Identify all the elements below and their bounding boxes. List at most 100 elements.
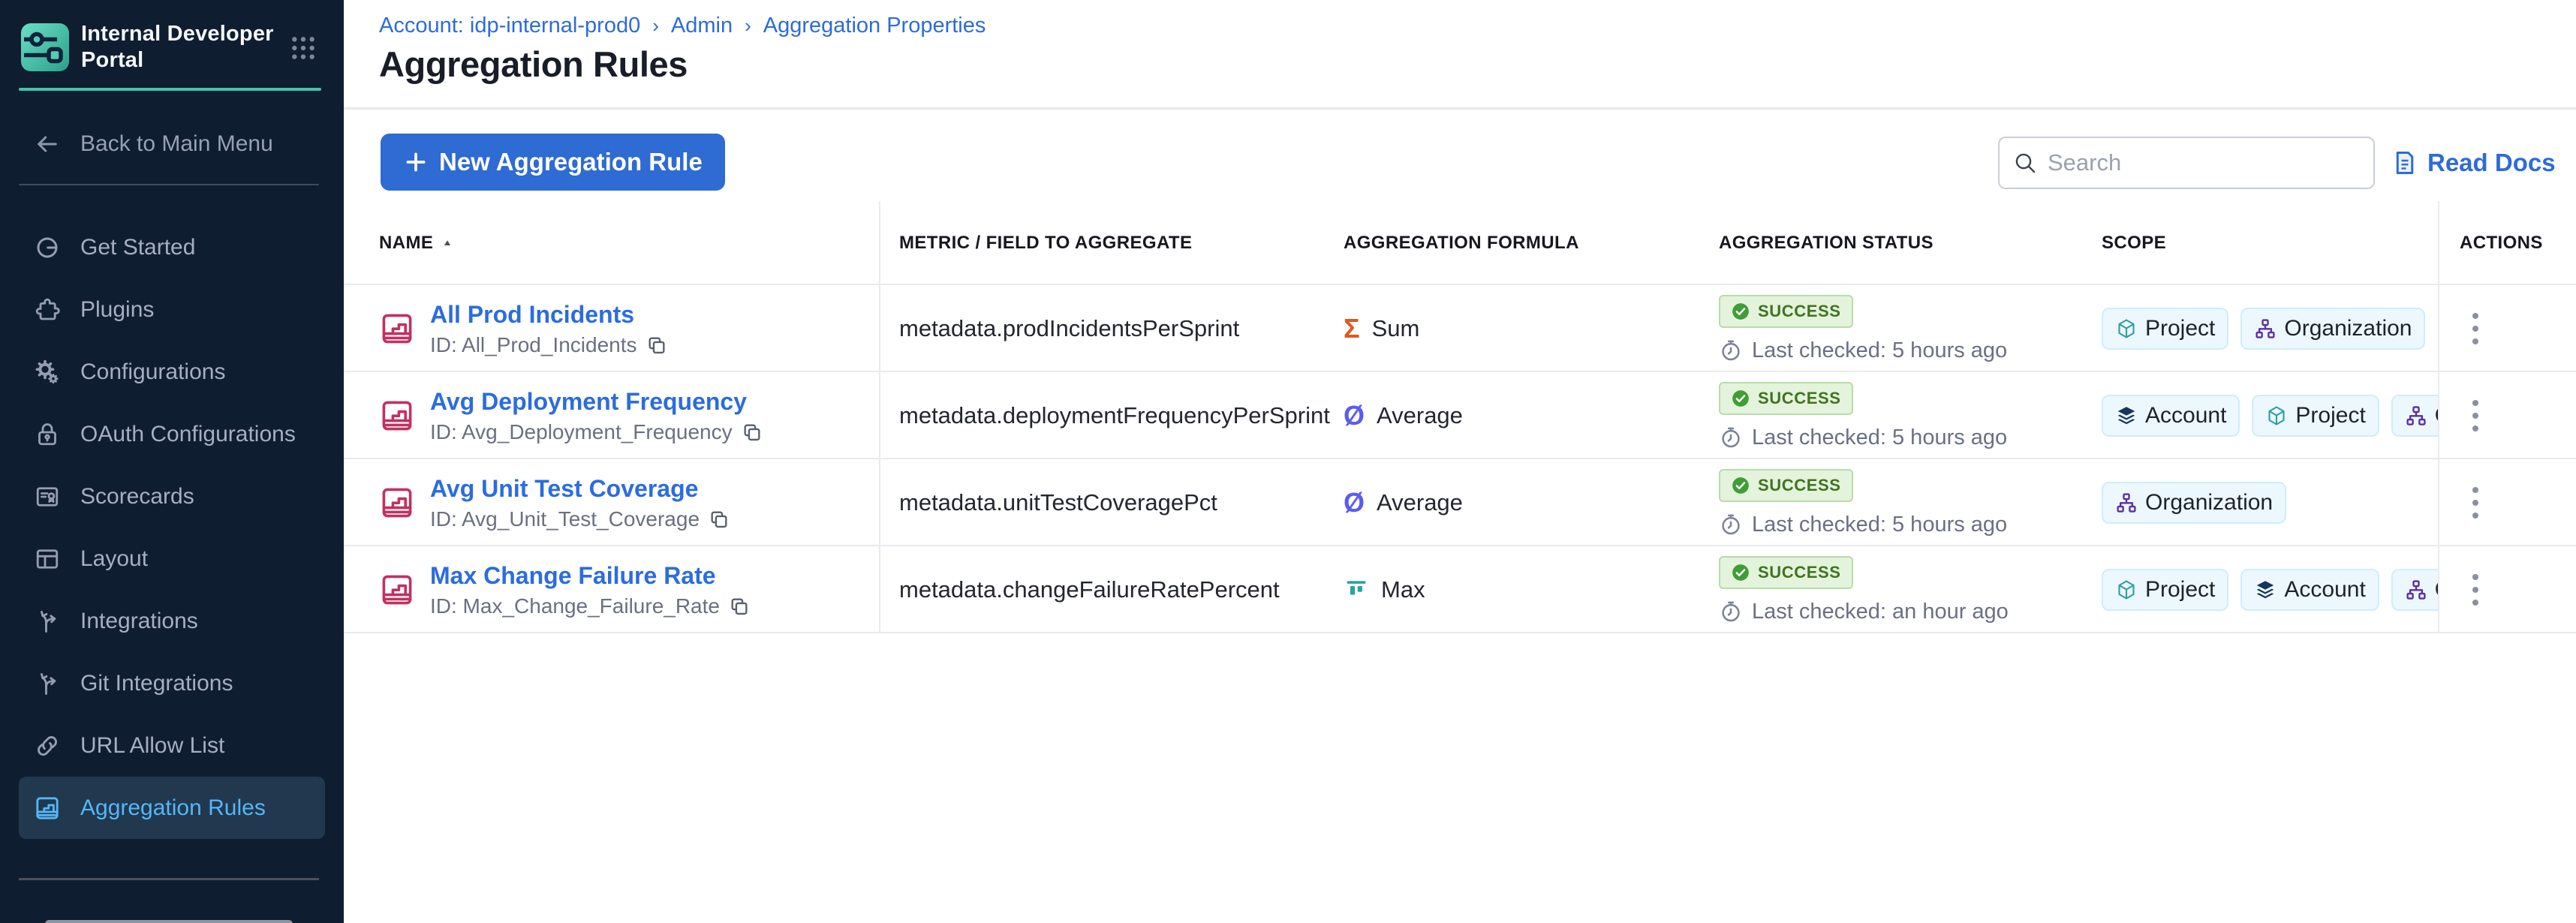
kebab-menu-icon xyxy=(2465,392,2486,439)
copy-icon[interactable] xyxy=(729,596,750,617)
scope-badge-organization: Organization xyxy=(2391,569,2438,611)
column-header-name[interactable]: NAME xyxy=(379,201,454,285)
clock-icon xyxy=(1719,600,1743,624)
project-cube-icon xyxy=(2115,579,2138,601)
main-content: Account: idp-internal-prod0 › Admin › Ag… xyxy=(344,0,2576,923)
rule-name-link[interactable]: Max Change Failure Rate xyxy=(430,562,750,590)
table-row: All Prod Incidents ID: All_Prod_Incident… xyxy=(344,285,2576,372)
sidebar-nav: Get Started Plugins xyxy=(0,216,344,839)
sidebar-item-aggregation-rules[interactable]: Aggregation Rules xyxy=(19,777,325,839)
sidebar-item-git-integrations[interactable]: Git Integrations xyxy=(0,652,344,714)
sidebar-item-label: Scorecards xyxy=(80,484,194,510)
status-cell: SUCCESS Last checked: 5 hours ago xyxy=(1719,459,2079,546)
kebab-menu-icon xyxy=(2465,305,2486,352)
brand[interactable]: Internal Developer Portal xyxy=(21,21,323,74)
metric-cell: metadata.prodIncidentsPerSprint xyxy=(899,285,1320,372)
column-header-formula[interactable]: AGGREGATION FORMULA xyxy=(1344,201,1579,285)
plugins-icon xyxy=(34,296,61,323)
rule-name-link[interactable]: All Prod Incidents xyxy=(430,301,667,329)
last-checked-text: Last checked: 5 hours ago xyxy=(1752,425,2007,450)
back-arrow-icon xyxy=(34,131,61,158)
configurations-icon xyxy=(34,359,61,386)
rule-id: ID: Avg_Deployment_Frequency xyxy=(430,420,733,444)
sidebar-item-oauth-configurations[interactable]: OAuth Configurations xyxy=(0,403,344,465)
sidebar-bottom-divider xyxy=(19,878,319,880)
breadcrumb-separator: › xyxy=(745,14,751,38)
docs-icon xyxy=(2391,149,2418,176)
sidebar-item-label: Integrations xyxy=(80,609,198,634)
new-aggregation-rule-label: New Aggregation Rule xyxy=(439,148,703,176)
sidebar-item-plugins[interactable]: Plugins xyxy=(0,278,344,341)
row-actions-menu[interactable] xyxy=(2453,285,2498,372)
breadcrumb-account[interactable]: Account: idp-internal-prod0 xyxy=(379,14,640,38)
sidebar-item-label: Get Started xyxy=(80,235,195,260)
clock-icon xyxy=(1719,425,1743,449)
sidebar-item-get-started[interactable]: Get Started xyxy=(0,216,344,278)
rule-id: ID: Max_Change_Failure_Rate xyxy=(430,594,720,618)
clock-icon xyxy=(1719,513,1743,537)
scope-badge-account: Account xyxy=(2102,395,2240,437)
scope-cell: Project Account xyxy=(2102,546,2438,633)
page-title: Aggregation Rules xyxy=(379,44,688,85)
aggregation-rule-icon xyxy=(379,485,415,521)
status-badge: SUCCESS xyxy=(1719,382,1853,415)
scope-badge-organization: Organization xyxy=(2102,482,2286,524)
column-header-status[interactable]: AGGREGATION STATUS xyxy=(1719,201,1934,285)
check-circle-icon xyxy=(1731,476,1750,495)
scope-cell: Account Project xyxy=(2102,372,2438,459)
row-actions-menu[interactable] xyxy=(2453,372,2498,459)
sidebar-bottom-button-partial[interactable] xyxy=(45,920,293,923)
sidebar-item-layout[interactable]: Layout xyxy=(0,528,344,590)
breadcrumb-aggregation-properties[interactable]: Aggregation Properties xyxy=(763,14,986,38)
sidebar-item-label: Aggregation Rules xyxy=(80,795,266,821)
average-icon: Ø xyxy=(1344,489,1365,516)
sidebar-item-label: Layout xyxy=(80,546,148,572)
scorecards-icon xyxy=(34,483,61,510)
row-actions-menu[interactable] xyxy=(2453,459,2498,546)
copy-icon[interactable] xyxy=(646,335,667,356)
copy-icon[interactable] xyxy=(709,509,730,530)
search-icon xyxy=(2013,151,2037,175)
copy-icon[interactable] xyxy=(742,422,763,443)
column-header-metric[interactable]: METRIC / FIELD TO AGGREGATE xyxy=(899,201,1192,285)
scope-badge-project: Project xyxy=(2102,569,2228,611)
sidebar-item-scorecards[interactable]: Scorecards xyxy=(0,465,344,528)
name-cell: Avg Deployment Frequency ID: Avg_Deploym… xyxy=(379,372,859,459)
sidebar-item-integrations[interactable]: Integrations xyxy=(0,590,344,652)
aggregation-rules-icon xyxy=(34,795,61,822)
account-layers-icon xyxy=(2115,404,2138,427)
check-circle-icon xyxy=(1731,563,1750,582)
new-aggregation-rule-button[interactable]: New Aggregation Rule xyxy=(381,134,725,191)
column-header-actions[interactable]: ACTIONS xyxy=(2460,201,2543,285)
read-docs-link[interactable]: Read Docs xyxy=(2391,144,2556,182)
integrations-icon xyxy=(34,608,61,635)
scope-badge-organization: Organization xyxy=(2240,308,2425,350)
status-badge: SUCCESS xyxy=(1719,556,1853,589)
metric-cell: metadata.unitTestCoveragePct xyxy=(899,459,1320,546)
search-input[interactable] xyxy=(2048,149,2360,176)
rule-name-link[interactable]: Avg Deployment Frequency xyxy=(430,388,763,416)
breadcrumb-admin[interactable]: Admin xyxy=(671,14,733,38)
table-header: NAME METRIC / FIELD TO AGGREGATE AGGREGA… xyxy=(344,201,2576,285)
formula-cell: Max xyxy=(1344,546,1659,633)
rule-name-link[interactable]: Avg Unit Test Coverage xyxy=(430,475,730,503)
organization-icon xyxy=(2405,404,2427,427)
brand-divider xyxy=(19,88,321,91)
page-header: Account: idp-internal-prod0 › Admin › Ag… xyxy=(344,0,2576,110)
sidebar-item-label: OAuth Configurations xyxy=(80,422,296,447)
scope-badge-organization: Organization xyxy=(2391,395,2438,437)
scope-cell: Project Organization xyxy=(2102,285,2438,372)
sidebar-item-configurations[interactable]: Configurations xyxy=(0,341,344,403)
column-header-scope[interactable]: SCOPE xyxy=(2102,201,2166,285)
sidebar-item-url-allow-list[interactable]: URL Allow List xyxy=(0,714,344,777)
app-grid-icon[interactable] xyxy=(288,33,318,63)
row-actions-menu[interactable] xyxy=(2453,546,2498,633)
app-logo-icon xyxy=(21,23,69,71)
project-cube-icon xyxy=(2265,404,2288,427)
layout-icon xyxy=(34,546,61,573)
back-to-main-menu[interactable]: Back to Main Menu xyxy=(34,125,321,164)
lock-icon xyxy=(34,421,61,448)
read-docs-label: Read Docs xyxy=(2427,149,2556,177)
sidebar-item-label: Plugins xyxy=(80,297,154,323)
get-started-icon xyxy=(34,234,61,261)
